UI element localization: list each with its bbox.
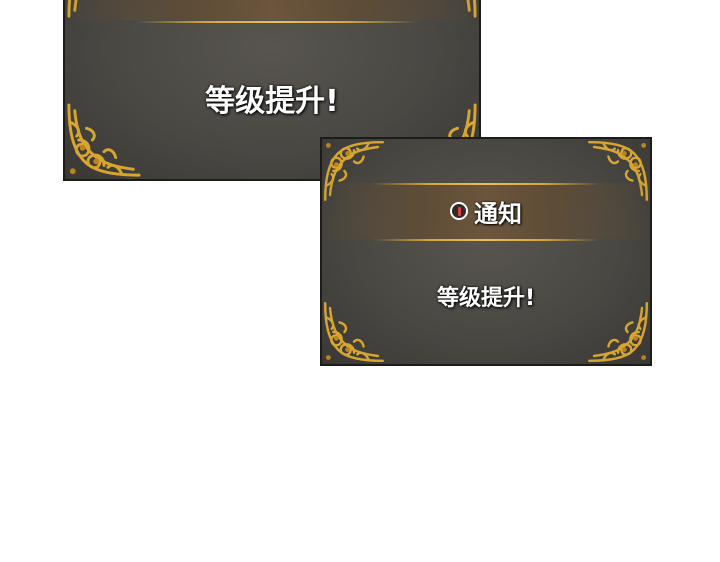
stage: 等级提升! 通知 等级提升! bbox=[0, 0, 720, 562]
title-divider-bottom bbox=[372, 239, 600, 241]
notification-panel-lower: 通知 等级提升! bbox=[320, 137, 652, 366]
title-divider bbox=[135, 21, 419, 23]
title-band: 通知 bbox=[322, 183, 650, 239]
panel-message: 等级提升! bbox=[205, 84, 339, 119]
title-divider-top bbox=[372, 183, 600, 185]
title-band bbox=[65, 0, 479, 20]
panel-title-text: 通知 bbox=[474, 199, 522, 228]
panel-title: 通知 bbox=[450, 194, 522, 229]
exclamation-circle-icon bbox=[450, 202, 468, 220]
panel-message: 等级提升! bbox=[436, 286, 536, 311]
